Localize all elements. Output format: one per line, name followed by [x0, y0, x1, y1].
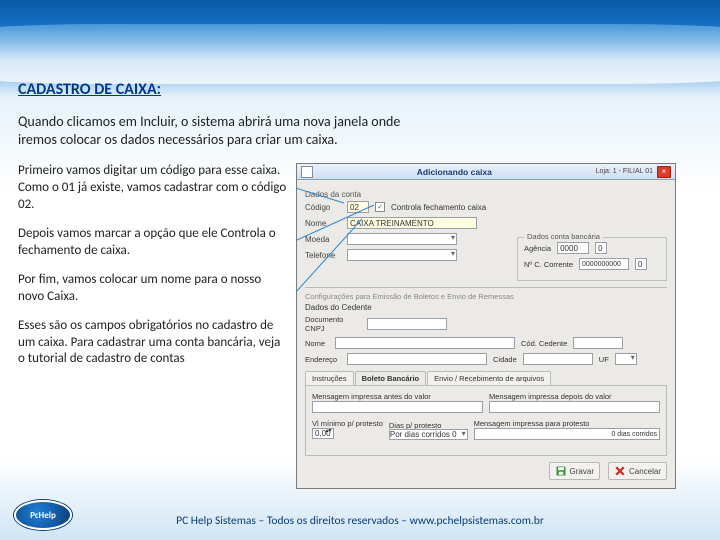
msg-depois-label: Mensagem impressa depois do valor	[489, 392, 660, 401]
dias-select[interactable]: Por dias corridos 0	[389, 429, 468, 440]
uf-select[interactable]	[615, 353, 637, 365]
cancel-icon	[614, 465, 626, 477]
page-title: CADASTRO DE CAIXA:	[18, 80, 702, 99]
msg-depois-input[interactable]	[489, 401, 660, 413]
boleto-group-label: Configurações para Emissão de Boletos e …	[305, 292, 667, 301]
cnpj-label: Documento CNPJ	[305, 315, 361, 333]
step-3: Por fim, vamos colocar um nome para o no…	[18, 272, 288, 306]
msg-antes-input[interactable]	[312, 401, 483, 413]
section-dados-conta: Dados da conta	[305, 190, 667, 199]
moeda-label: Moeda	[305, 235, 341, 244]
nome-cedente-input[interactable]	[335, 337, 515, 349]
msg-prot-label: Mensagem impressa para protesto	[474, 419, 660, 428]
nome-cedente-label: Nome	[305, 339, 329, 348]
checkbox-label: Controla fechamento caixa	[391, 203, 486, 212]
cidade-input[interactable]	[523, 353, 593, 365]
conta-digit-input[interactable]: 0	[635, 258, 647, 270]
save-button[interactable]: Gravar	[549, 462, 600, 480]
codigo-label: Código	[305, 203, 341, 212]
step-4: Esses são os campos obrigatórios no cada…	[18, 318, 288, 369]
msg-antes-label: Mensagem impressa antes do valor	[312, 392, 483, 401]
cnpj-input[interactable]	[367, 318, 447, 330]
tab-instrucoes[interactable]: Instruções	[305, 371, 354, 385]
nome-input[interactable]: CAIXA TREINAMENTO	[347, 217, 477, 229]
end-label: Endereço	[305, 355, 341, 364]
end-input[interactable]	[347, 353, 487, 365]
close-icon[interactable]: ×	[657, 166, 671, 178]
step-2: Depois vamos marcar a opção que ele Cont…	[18, 226, 288, 260]
dias-corridos-value: 0 dias corridos	[474, 428, 660, 440]
telefone-select[interactable]	[347, 249, 457, 261]
step-1: Primeiro vamos digitar um código para es…	[18, 163, 288, 214]
cedente-tab-label: Dados do Cedente	[305, 303, 667, 312]
window-icon	[301, 166, 313, 178]
codc-label: Cód. Cedente	[521, 339, 567, 348]
moeda-select[interactable]	[347, 233, 457, 245]
conta-label: Nº C. Corrente	[524, 260, 573, 269]
bank-group-title: Dados conta bancária	[524, 232, 603, 241]
controla-fechamento-checkbox[interactable]: ✓	[375, 202, 385, 212]
conta-input[interactable]: 0000000000	[579, 258, 629, 270]
tab-boleto[interactable]: Boleto Bancário	[355, 371, 427, 385]
nome-label: Nome	[305, 219, 341, 228]
intro-paragraph: Quando clicamos em Incluir, o sistema ab…	[18, 113, 438, 149]
loja-label: Loja: 1 - FILIAL 01	[596, 168, 653, 175]
app-window: Adicionando caixa Loja: 1 - FILIAL 01 × …	[296, 163, 676, 489]
cancel-button[interactable]: Cancelar	[608, 462, 667, 480]
footer-text: PC Help Sistemas – Todos os direitos res…	[0, 514, 720, 528]
titlebar: Adicionando caixa Loja: 1 - FILIAL 01 ×	[297, 164, 675, 180]
codigo-input[interactable]: 02	[347, 201, 369, 213]
instructions-column: Primeiro vamos digitar um código para es…	[18, 163, 288, 489]
vmin-input[interactable]: 0,00	[312, 428, 334, 439]
codc-input[interactable]	[573, 337, 623, 349]
cidade-label: Cidade	[493, 355, 517, 364]
agencia-input[interactable]: 0000	[557, 242, 589, 254]
floppy-icon	[555, 465, 567, 477]
window-title: Adicionando caixa	[313, 167, 596, 177]
telefone-label: Telefone	[305, 251, 341, 260]
agencia-digit-input[interactable]: 0	[595, 242, 607, 254]
uf-label: UF	[599, 355, 609, 364]
agencia-label: Agência	[524, 244, 551, 253]
tab-arquivos[interactable]: Envio / Recebimento de arquivos	[427, 371, 551, 385]
